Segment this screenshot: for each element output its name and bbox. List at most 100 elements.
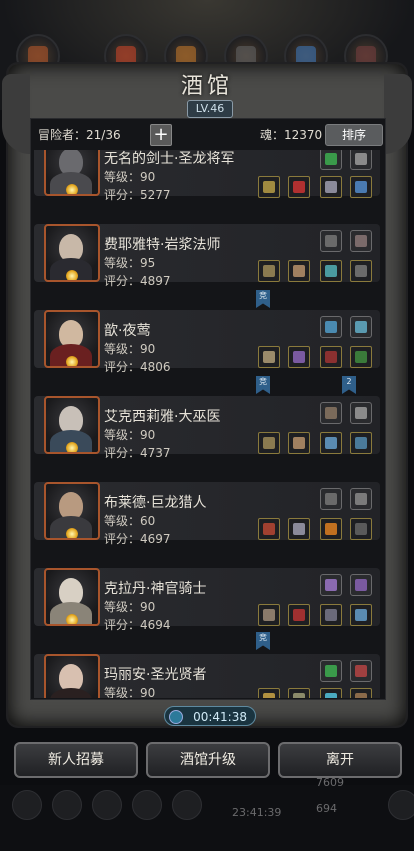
tavern-level-badge: LV.46 bbox=[187, 100, 233, 118]
bottom-menu-icon[interactable] bbox=[132, 790, 162, 820]
rank-gem-icon bbox=[66, 528, 78, 538]
equipment-slot[interactable] bbox=[258, 432, 280, 454]
hero-score: 评分：4694 bbox=[104, 618, 171, 632]
skill-icon[interactable] bbox=[350, 230, 372, 252]
skill-icon[interactable] bbox=[350, 316, 372, 338]
hero-name: 费耶雅特·岩浆法师 bbox=[104, 237, 221, 253]
hero-portrait bbox=[44, 150, 100, 196]
soul-count: 魂：12370 bbox=[260, 128, 323, 142]
equipment-slot[interactable] bbox=[350, 346, 372, 368]
hero-name: 玛丽安·圣光贤者 bbox=[104, 667, 207, 683]
leave-button[interactable]: 离开 bbox=[278, 742, 402, 778]
hero-level: 等级：90 bbox=[104, 170, 156, 184]
skill-icon[interactable] bbox=[320, 230, 342, 252]
gold-count: 7609 bbox=[316, 776, 344, 789]
rank-gem-icon bbox=[66, 442, 78, 452]
bottom-menu-icon[interactable] bbox=[92, 790, 122, 820]
rank-ribbon: 竞 bbox=[256, 376, 270, 394]
hero-level: 等级：90 bbox=[104, 686, 156, 698]
skill-icon[interactable] bbox=[350, 488, 372, 510]
equipment-slot[interactable] bbox=[320, 176, 342, 198]
hero-portrait bbox=[44, 224, 100, 282]
equipment-slot[interactable] bbox=[320, 518, 342, 540]
hero-level: 等级：90 bbox=[104, 342, 156, 356]
equipment-slot[interactable] bbox=[288, 176, 310, 198]
add-icon[interactable] bbox=[388, 790, 414, 820]
hero-portrait bbox=[44, 310, 100, 368]
equipment-slot[interactable] bbox=[288, 518, 310, 540]
skill-icon[interactable] bbox=[320, 660, 342, 682]
skill-icon[interactable] bbox=[320, 402, 342, 424]
hero-portrait bbox=[44, 654, 100, 698]
bottom-menu-icon[interactable] bbox=[172, 790, 202, 820]
clock-icon bbox=[169, 710, 183, 724]
hero-portrait bbox=[44, 482, 100, 540]
tavern-title: 酒馆 bbox=[180, 74, 233, 99]
adventurer-count: 冒险者：21/36 bbox=[38, 128, 121, 142]
hero-portrait bbox=[44, 568, 100, 626]
equipment-slot[interactable] bbox=[350, 260, 372, 282]
tavern-timer: 00:41:38 bbox=[164, 706, 256, 726]
bottom-clock: 23:41:39 bbox=[232, 806, 282, 819]
hero-score: 评分：5277 bbox=[104, 188, 171, 202]
skill-icon[interactable] bbox=[320, 150, 342, 170]
hero-portrait bbox=[44, 396, 100, 454]
equipment-slot[interactable] bbox=[350, 518, 372, 540]
equipment-slot[interactable] bbox=[288, 260, 310, 282]
skill-icon[interactable] bbox=[350, 660, 372, 682]
skill-icon[interactable] bbox=[320, 574, 342, 596]
bottom-menu-icon[interactable] bbox=[12, 790, 42, 820]
sort-button[interactable]: 排序 bbox=[325, 124, 383, 146]
rank-ribbon: 竞 bbox=[256, 632, 270, 650]
rank-gem-icon bbox=[66, 614, 78, 624]
skill-icon[interactable] bbox=[320, 488, 342, 510]
hero-name: 布莱德·巨龙猎人 bbox=[104, 495, 207, 511]
equipment-slot[interactable] bbox=[288, 688, 310, 698]
skill-icon[interactable] bbox=[350, 574, 372, 596]
hero-score: 评分：4737 bbox=[104, 446, 171, 460]
equipment-slot[interactable] bbox=[288, 346, 310, 368]
equipment-slot[interactable] bbox=[350, 176, 372, 198]
equipment-slot[interactable] bbox=[288, 604, 310, 626]
equipment-slot[interactable] bbox=[258, 176, 280, 198]
equipment-slot[interactable] bbox=[320, 688, 342, 698]
rank-ribbon: 2 bbox=[342, 376, 356, 394]
hero-list[interactable]: 无名的剑士·圣龙将军 等级：90 评分：5277 费耶雅特·岩浆法师 等级：95… bbox=[30, 150, 384, 698]
rank-ribbon: 竞 bbox=[256, 290, 270, 308]
hero-level: 等级：95 bbox=[104, 256, 156, 270]
rank-gem-icon bbox=[66, 356, 78, 366]
gem-count: 694 bbox=[316, 802, 337, 815]
equipment-slot[interactable] bbox=[258, 688, 280, 698]
hero-level: 等级：90 bbox=[104, 428, 156, 442]
equipment-slot[interactable] bbox=[288, 432, 310, 454]
equipment-slot[interactable] bbox=[320, 432, 342, 454]
equipment-slot[interactable] bbox=[258, 260, 280, 282]
hero-name: 无名的剑士·圣龙将军 bbox=[104, 151, 235, 167]
recruit-button[interactable]: 新人招募 bbox=[14, 742, 138, 778]
equipment-slot[interactable] bbox=[350, 604, 372, 626]
equipment-slot[interactable] bbox=[350, 688, 372, 698]
equipment-slot[interactable] bbox=[350, 432, 372, 454]
hero-score: 评分：4697 bbox=[104, 532, 171, 546]
rank-gem-icon bbox=[66, 270, 78, 280]
rank-gem-icon bbox=[66, 184, 78, 194]
add-adventurer-button[interactable]: + bbox=[150, 124, 172, 146]
equipment-slot[interactable] bbox=[258, 604, 280, 626]
tavern-upgrade-button[interactable]: 酒馆升级 bbox=[146, 742, 270, 778]
hero-name: 歆·夜莺 bbox=[104, 323, 151, 339]
skill-icon[interactable] bbox=[320, 316, 342, 338]
hero-level: 等级：60 bbox=[104, 514, 156, 528]
equipment-slot[interactable] bbox=[258, 518, 280, 540]
skill-icon[interactable] bbox=[350, 150, 372, 170]
hero-score: 评分：4806 bbox=[104, 360, 171, 374]
hero-name: 艾克西莉雅·大巫医 bbox=[104, 409, 221, 425]
hero-name: 克拉丹·神官骑士 bbox=[104, 581, 207, 597]
timer-value: 00:41:38 bbox=[193, 710, 247, 724]
equipment-slot[interactable] bbox=[320, 260, 342, 282]
equipment-slot[interactable] bbox=[320, 604, 342, 626]
skill-icon[interactable] bbox=[350, 402, 372, 424]
bottom-menu-icon[interactable] bbox=[52, 790, 82, 820]
hero-score: 评分：4897 bbox=[104, 274, 171, 288]
equipment-slot[interactable] bbox=[320, 346, 342, 368]
equipment-slot[interactable] bbox=[258, 346, 280, 368]
